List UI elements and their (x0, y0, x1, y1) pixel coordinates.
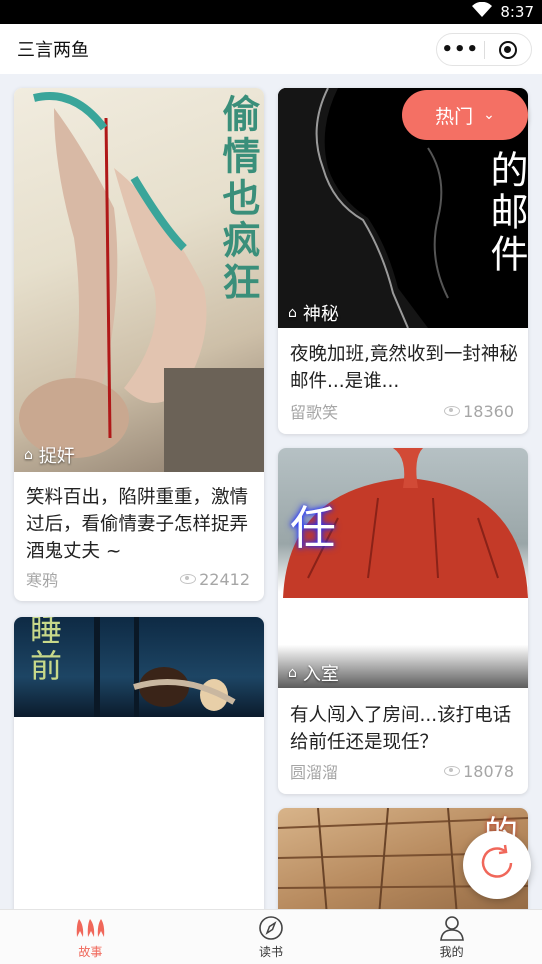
fish-icon (75, 915, 105, 941)
story-card[interactable]: 偷情也疯狂 ⌂ 捉奸 笑料百出，陷阱重重，激情过后，看偷情妻子怎样捉弄酒鬼丈夫 … (14, 88, 264, 601)
story-meta: 圆溜溜 18078 (290, 759, 514, 783)
compass-icon (258, 915, 284, 941)
eye-icon (444, 766, 461, 776)
story-tag-label: 神秘 (302, 304, 339, 325)
story-meta: 寒鸦 22412 (26, 567, 250, 591)
tab-reading[interactable]: 读书 (181, 910, 362, 964)
story-tag: ⌂ 神秘 (288, 300, 339, 326)
tag-icon: ⌂ (288, 665, 297, 681)
refresh-button[interactable] (463, 831, 531, 899)
tab-label: 我的 (439, 944, 464, 959)
chevron-down-icon: ⌄ (483, 107, 495, 123)
cover-title-text: 的邮件 (484, 150, 528, 276)
story-card[interactable]: 任 ⌂ 入室 有人闯入了房间...该打电话给前任还是现任？ 圆溜溜 18078 (278, 448, 528, 794)
tab-label: 读书 (259, 944, 284, 959)
story-title: 夜晚加班,竟然收到一封神秘邮件...是谁... (290, 344, 518, 392)
cover-title-text: 任 (290, 501, 336, 555)
cover-title-text: 偷情也疯狂 (216, 94, 261, 304)
story-author: 留歌笑 (290, 403, 339, 422)
page-title: 三言两鱼 (17, 40, 89, 61)
tag-icon: ⌂ (24, 447, 33, 463)
tag-icon: ⌂ (288, 305, 297, 321)
story-view-count: 18078 (463, 761, 514, 781)
app-header: 三言两鱼 ••• (0, 24, 542, 74)
close-icon (498, 40, 517, 59)
status-bar: 8:37 (0, 0, 542, 24)
hot-filter-label: 热门 (435, 105, 474, 128)
story-view-count: 18360 (463, 401, 514, 421)
close-button[interactable] (484, 40, 531, 59)
story-tag-label: 捉奸 (38, 446, 75, 467)
story-cover-image: 任 ⌂ 入室 (278, 448, 528, 688)
story-title: 有人闯入了房间...该打电话给前任还是现任？ (290, 705, 512, 753)
tab-label: 故事 (78, 944, 103, 959)
story-cover-image: 睡前 (14, 617, 264, 717)
bottom-tab-bar: 故事 读书 我的 (0, 909, 542, 964)
eye-icon (180, 574, 197, 584)
tab-stories[interactable]: 故事 (0, 910, 181, 964)
wifi-icon (472, 1, 493, 22)
story-view-count: 22412 (199, 569, 250, 589)
story-tag: ⌂ 入室 (288, 660, 339, 686)
story-title: 笑料百出，陷阱重重，激情过后，看偷情妻子怎样捉弄酒鬼丈夫 ~ (26, 487, 249, 562)
story-cover-image: 偷情也疯狂 ⌂ 捉奸 (14, 88, 264, 472)
story-views: 18360 (444, 402, 514, 421)
story-tag-label: 入室 (302, 664, 339, 685)
story-tag: ⌂ 捉奸 (24, 442, 75, 468)
refresh-icon (475, 841, 519, 889)
story-meta: 留歌笑 18360 (290, 399, 514, 423)
more-button[interactable]: ••• (437, 33, 484, 66)
mini-program-capsule: ••• (436, 33, 532, 66)
story-author: 寒鸦 (26, 571, 59, 590)
status-time: 8:37 (500, 3, 534, 21)
tab-profile[interactable]: 我的 (361, 910, 542, 964)
story-views: 22412 (180, 570, 250, 589)
cover-title-text: 睡前 (25, 617, 63, 685)
hot-filter-button[interactable]: 热门 ⌄ (402, 90, 528, 140)
eye-icon (444, 406, 461, 416)
story-views: 18078 (444, 762, 514, 781)
story-author: 圆溜溜 (290, 763, 339, 782)
story-card[interactable]: 睡前 (14, 617, 264, 917)
user-icon (439, 915, 465, 941)
